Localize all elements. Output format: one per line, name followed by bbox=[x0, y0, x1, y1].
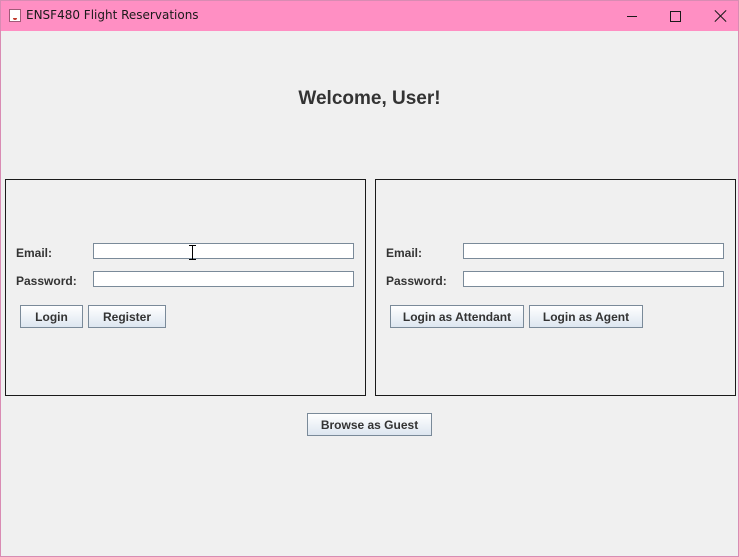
login-button[interactable]: Login bbox=[20, 305, 83, 328]
email-field[interactable] bbox=[93, 243, 354, 259]
staff-email-label: Email: bbox=[386, 246, 423, 260]
login-as-agent-button[interactable]: Login as Agent bbox=[529, 305, 643, 328]
close-button[interactable] bbox=[698, 1, 739, 31]
maximize-button[interactable] bbox=[653, 1, 698, 31]
java-app-icon bbox=[9, 9, 21, 22]
welcome-heading: Welcome, User! bbox=[298, 88, 441, 109]
close-icon bbox=[715, 10, 727, 22]
staff-password-field[interactable] bbox=[463, 271, 724, 287]
minimize-button[interactable] bbox=[609, 1, 654, 31]
text-cursor-icon bbox=[189, 245, 196, 260]
login-as-attendant-button[interactable]: Login as Attendant bbox=[390, 305, 524, 328]
password-label: Password: bbox=[16, 274, 77, 288]
staff-email-field[interactable] bbox=[463, 243, 724, 259]
maximize-icon bbox=[670, 10, 681, 22]
register-button[interactable]: Register bbox=[88, 305, 166, 328]
staff-password-label: Password: bbox=[386, 274, 447, 288]
minimize-icon bbox=[626, 15, 637, 17]
email-label: Email: bbox=[16, 246, 53, 260]
window-title: ENSF480 Flight Reservations bbox=[26, 8, 199, 22]
browse-as-guest-button[interactable]: Browse as Guest bbox=[307, 413, 432, 436]
password-field[interactable] bbox=[93, 271, 354, 287]
title-bar: ENSF480 Flight Reservations bbox=[1, 1, 738, 31]
